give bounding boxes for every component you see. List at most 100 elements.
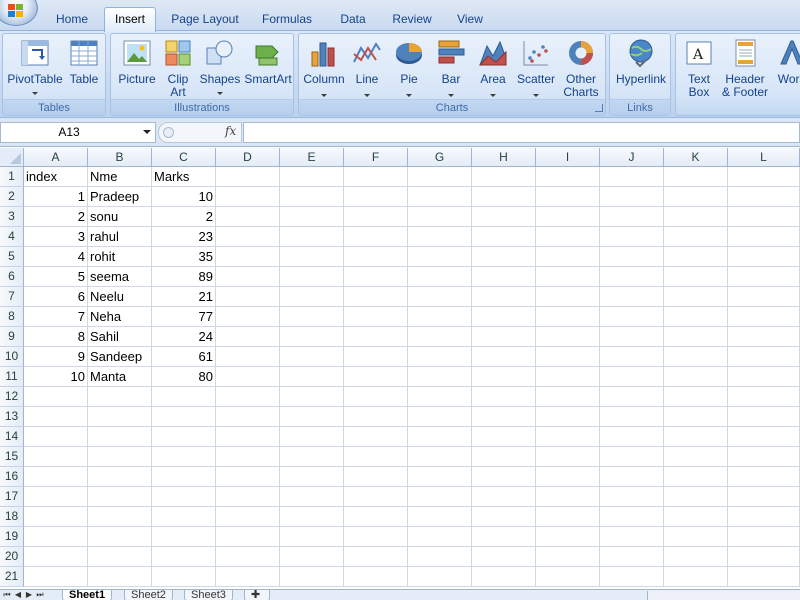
cell-L12[interactable] xyxy=(728,387,800,407)
column-chart-button[interactable]: Column xyxy=(303,36,345,100)
cell-E6[interactable] xyxy=(280,267,344,287)
cell-B19[interactable] xyxy=(88,527,152,547)
cell-J19[interactable] xyxy=(600,527,664,547)
cell-F2[interactable] xyxy=(344,187,408,207)
cell-I2[interactable] xyxy=(536,187,600,207)
cell-D12[interactable] xyxy=(216,387,280,407)
cell-H14[interactable] xyxy=(472,427,536,447)
cell-G14[interactable] xyxy=(408,427,472,447)
cell-K5[interactable] xyxy=(664,247,728,267)
resize-handle-icon[interactable] xyxy=(163,127,174,138)
cell-E13[interactable] xyxy=(280,407,344,427)
tab-formulas[interactable]: Formulas xyxy=(256,8,318,31)
cell-I5[interactable] xyxy=(536,247,600,267)
cell-G7[interactable] xyxy=(408,287,472,307)
cell-I7[interactable] xyxy=(536,287,600,307)
cell-K9[interactable] xyxy=(664,327,728,347)
cell-B2[interactable]: Pradeep xyxy=(88,187,152,207)
cell-A14[interactable] xyxy=(24,427,88,447)
cell-G8[interactable] xyxy=(408,307,472,327)
cell-B5[interactable]: rohit xyxy=(88,247,152,267)
sheet-tab-1[interactable]: Sheet1 xyxy=(62,590,113,600)
cell-H15[interactable] xyxy=(472,447,536,467)
cell-J20[interactable] xyxy=(600,547,664,567)
cell-B21[interactable] xyxy=(88,567,152,587)
office-button[interactable] xyxy=(0,0,38,26)
row-header[interactable]: 5 xyxy=(0,247,24,267)
row-header[interactable]: 14 xyxy=(0,427,24,447)
cell-A3[interactable]: 2 xyxy=(24,207,88,227)
cell-C3[interactable]: 2 xyxy=(152,207,216,227)
cell-I9[interactable] xyxy=(536,327,600,347)
cell-A12[interactable] xyxy=(24,387,88,407)
cell-G15[interactable] xyxy=(408,447,472,467)
cell-C9[interactable]: 24 xyxy=(152,327,216,347)
cell-E20[interactable] xyxy=(280,547,344,567)
cell-L19[interactable] xyxy=(728,527,800,547)
cell-C11[interactable]: 80 xyxy=(152,367,216,387)
shapes-button[interactable]: Shapes xyxy=(199,36,241,100)
cell-B9[interactable]: Sahil xyxy=(88,327,152,347)
cell-D19[interactable] xyxy=(216,527,280,547)
cell-B18[interactable] xyxy=(88,507,152,527)
cell-K1[interactable] xyxy=(664,167,728,187)
cell-C7[interactable]: 21 xyxy=(152,287,216,307)
cell-A9[interactable]: 8 xyxy=(24,327,88,347)
row-header[interactable]: 20 xyxy=(0,547,24,567)
cell-D14[interactable] xyxy=(216,427,280,447)
row-header[interactable]: 8 xyxy=(0,307,24,327)
cell-A1[interactable]: index xyxy=(24,167,88,187)
cell-D15[interactable] xyxy=(216,447,280,467)
cell-D2[interactable] xyxy=(216,187,280,207)
cell-I19[interactable] xyxy=(536,527,600,547)
cell-J15[interactable] xyxy=(600,447,664,467)
cell-D8[interactable] xyxy=(216,307,280,327)
cell-A18[interactable] xyxy=(24,507,88,527)
cell-D16[interactable] xyxy=(216,467,280,487)
cell-E5[interactable] xyxy=(280,247,344,267)
cell-D10[interactable] xyxy=(216,347,280,367)
cell-D9[interactable] xyxy=(216,327,280,347)
cell-E14[interactable] xyxy=(280,427,344,447)
cell-C21[interactable] xyxy=(152,567,216,587)
cell-L13[interactable] xyxy=(728,407,800,427)
pivottable-button[interactable]: PivotTable xyxy=(7,36,63,100)
cell-D17[interactable] xyxy=(216,487,280,507)
cell-G11[interactable] xyxy=(408,367,472,387)
wordart-button[interactable]: Word xyxy=(772,36,800,100)
cell-A10[interactable]: 9 xyxy=(24,347,88,367)
cell-B1[interactable]: Nme xyxy=(88,167,152,187)
cell-J1[interactable] xyxy=(600,167,664,187)
cell-K10[interactable] xyxy=(664,347,728,367)
column-header[interactable]: B xyxy=(88,148,152,167)
sheet-tab-3[interactable]: Sheet3 xyxy=(184,590,233,600)
cell-H17[interactable] xyxy=(472,487,536,507)
cell-J11[interactable] xyxy=(600,367,664,387)
cell-G9[interactable] xyxy=(408,327,472,347)
column-header[interactable]: E xyxy=(280,148,344,167)
cell-K14[interactable] xyxy=(664,427,728,447)
row-header[interactable]: 11 xyxy=(0,367,24,387)
cell-I21[interactable] xyxy=(536,567,600,587)
cell-J4[interactable] xyxy=(600,227,664,247)
cell-F8[interactable] xyxy=(344,307,408,327)
cell-D5[interactable] xyxy=(216,247,280,267)
row-header[interactable]: 15 xyxy=(0,447,24,467)
cell-L4[interactable] xyxy=(728,227,800,247)
cell-B11[interactable]: Manta xyxy=(88,367,152,387)
cell-H2[interactable] xyxy=(472,187,536,207)
cell-F1[interactable] xyxy=(344,167,408,187)
cell-K12[interactable] xyxy=(664,387,728,407)
textbox-button[interactable]: A Text Box xyxy=(680,36,718,100)
column-header[interactable]: D xyxy=(216,148,280,167)
cell-J12[interactable] xyxy=(600,387,664,407)
cell-E15[interactable] xyxy=(280,447,344,467)
cell-K17[interactable] xyxy=(664,487,728,507)
cell-G1[interactable] xyxy=(408,167,472,187)
cell-D1[interactable] xyxy=(216,167,280,187)
cell-K7[interactable] xyxy=(664,287,728,307)
cell-G5[interactable] xyxy=(408,247,472,267)
picture-button[interactable]: Picture xyxy=(117,36,157,100)
row-header[interactable]: 13 xyxy=(0,407,24,427)
row-header[interactable]: 2 xyxy=(0,187,24,207)
